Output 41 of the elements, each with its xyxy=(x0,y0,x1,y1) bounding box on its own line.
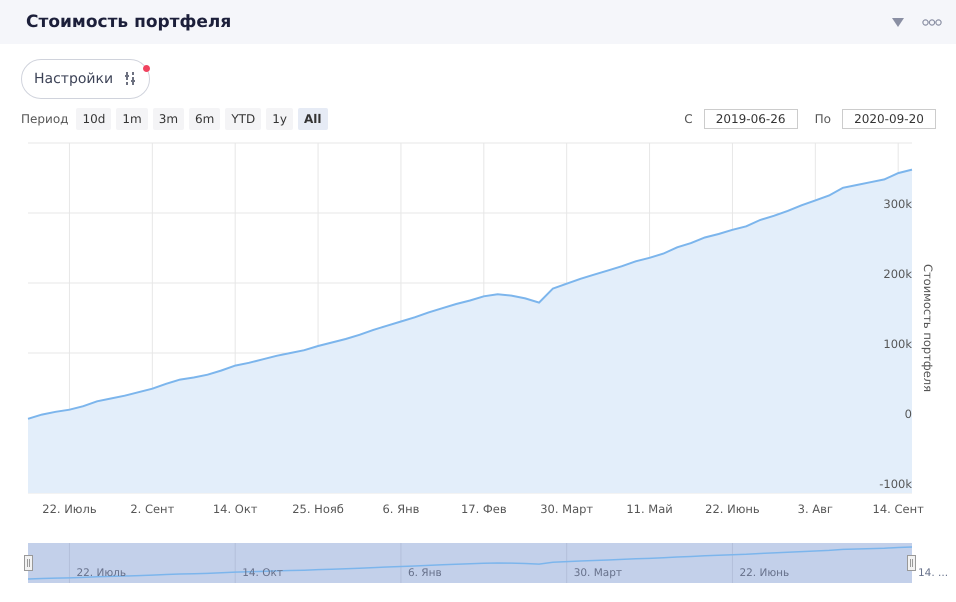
period-button[interactable]: 6m xyxy=(189,108,220,130)
to-date-field[interactable]: 2020-09-20 xyxy=(842,109,936,129)
period-button[interactable]: YTD xyxy=(225,108,262,130)
period-button[interactable]: 1y xyxy=(266,108,293,130)
y-axis-label: 200k xyxy=(883,267,912,281)
y-axis-label: 100k xyxy=(883,337,912,351)
settings-button[interactable]: Настройки xyxy=(21,59,150,99)
period-button[interactable]: 3m xyxy=(152,108,184,130)
navigator-handle[interactable] xyxy=(24,555,33,571)
x-axis-label: 22. Июнь xyxy=(705,502,760,516)
widget-title: Стоимость портфеля xyxy=(26,12,232,32)
x-axis-label: 30. Март xyxy=(540,502,594,516)
y-axis-title: Стоимость портфеля xyxy=(921,264,935,392)
dropdown-triangle-icon[interactable] xyxy=(892,18,904,26)
x-axis-label: 25. Нояб xyxy=(292,502,344,516)
from-date-field[interactable]: 2019-06-26 xyxy=(704,109,798,129)
to-label: По xyxy=(814,112,831,126)
y-axis-label: 300k xyxy=(883,197,912,211)
x-axis-label: 17. Фев xyxy=(460,502,507,516)
x-axis-label: 11. Май xyxy=(626,502,673,516)
sliders-icon xyxy=(123,71,138,87)
period-label: Период xyxy=(21,112,68,126)
x-axis-label: 22. Июль xyxy=(42,502,97,516)
navigator-label: 22. Июль xyxy=(76,567,126,579)
period-button[interactable]: 1m xyxy=(116,108,148,130)
navigator-label: 22. Июнь xyxy=(739,567,790,579)
navigator-label: 6. Янв xyxy=(408,567,442,579)
x-axis-label: 14. Окт xyxy=(212,502,258,516)
y-axis-label: -100k xyxy=(879,477,912,491)
from-label: С xyxy=(684,112,693,126)
navigator-label: 14. ... xyxy=(918,567,948,579)
y-axis-label: 0 xyxy=(904,407,912,421)
x-axis-label: 6. Янв xyxy=(382,502,420,516)
navigator-label: 30. Март xyxy=(574,567,622,579)
navigator-handle[interactable] xyxy=(907,555,916,571)
x-axis-label: 2. Сент xyxy=(130,502,174,516)
more-icon[interactable] xyxy=(922,18,942,26)
period-button[interactable]: 10d xyxy=(76,108,112,130)
x-axis-label: 14. Сент xyxy=(872,502,924,516)
period-button[interactable]: All xyxy=(298,108,328,130)
x-axis-label: 3. Авг xyxy=(798,502,833,516)
